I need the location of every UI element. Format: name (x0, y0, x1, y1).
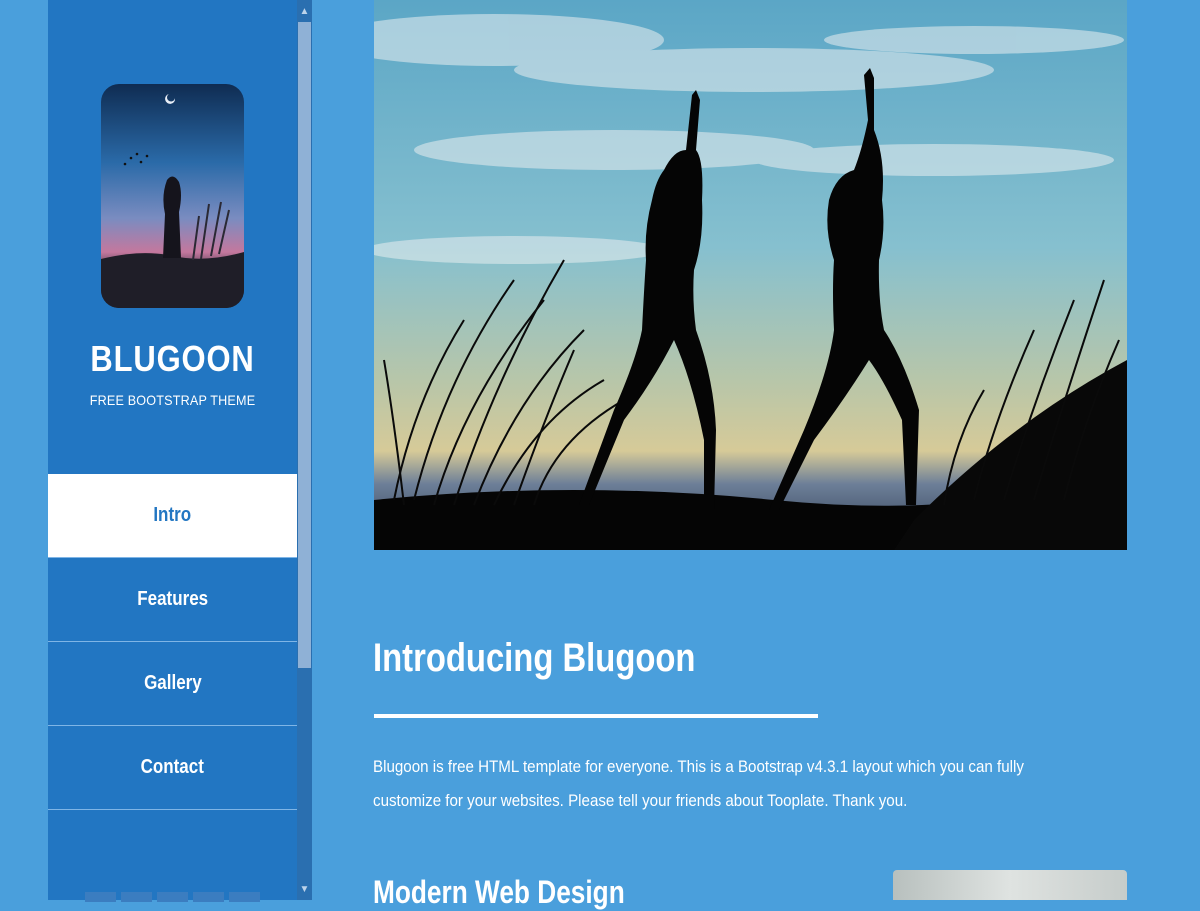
brand-tagline: FREE BOOTSTRAP THEME (89, 392, 256, 408)
social-link[interactable] (193, 892, 224, 902)
social-link[interactable] (121, 892, 152, 902)
social-link[interactable] (85, 892, 116, 902)
social-link[interactable] (229, 892, 260, 902)
nav-item-label: Contact (140, 756, 205, 778)
scroll-up-icon[interactable]: ▲ (297, 0, 312, 22)
social-links (85, 892, 260, 902)
nav-item-gallery[interactable]: Gallery (48, 642, 297, 726)
nav-item-label: Features (137, 588, 208, 610)
hero-image (374, 0, 1127, 550)
sidebar: BLUGOON FREE BOOTSTRAP THEME Intro Featu… (48, 0, 297, 902)
title-divider (374, 714, 818, 718)
nav-item-features[interactable]: Features (48, 558, 297, 642)
sidebar-scrollbar[interactable]: ▲ ▼ (297, 0, 312, 900)
brand-title: BLUGOON (90, 338, 255, 379)
next-section-title: Modern Web Design (373, 874, 625, 910)
avatar-image (101, 84, 244, 308)
scroll-down-icon[interactable]: ▼ (297, 878, 312, 900)
nav-item-label: Gallery (143, 672, 202, 694)
avatar (101, 84, 244, 308)
section-image (893, 870, 1127, 900)
section-title: Introducing Blugoon (373, 636, 696, 680)
nav-item-intro[interactable]: Intro (48, 474, 297, 558)
scrollbar-thumb[interactable] (298, 22, 311, 668)
nav-item-contact[interactable]: Contact (48, 726, 297, 810)
social-link[interactable] (157, 892, 188, 902)
sidebar-nav: Intro Features Gallery Contact (48, 474, 297, 810)
intro-paragraph: Blugoon is free HTML template for everyo… (373, 757, 1024, 810)
nav-item-label: Intro (153, 504, 192, 526)
